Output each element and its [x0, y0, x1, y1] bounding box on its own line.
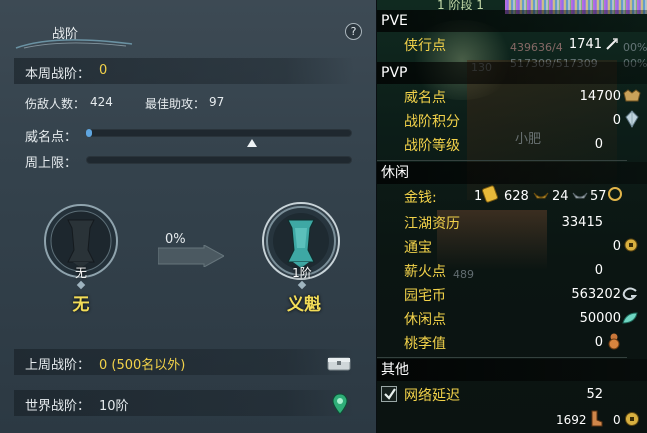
- gourd-icon: [608, 333, 620, 350]
- network-latency-checkbox[interactable]: [381, 386, 397, 402]
- quill-icon: [606, 38, 618, 50]
- stat-label: 战阶等级: [404, 138, 460, 154]
- stat-label: 休闲点: [404, 312, 446, 328]
- money-copper-value: 24: [552, 189, 569, 204]
- coin-icon: [624, 238, 638, 252]
- weekly-cap-track: [86, 156, 352, 164]
- stat-value: 0: [594, 263, 603, 278]
- world-label: 世界战阶：: [25, 399, 91, 414]
- location-pin-icon[interactable]: [332, 393, 348, 415]
- stat-label: 薪火点: [404, 264, 446, 280]
- network-latency-value: 52: [586, 387, 603, 402]
- bottom-left-value: 1692: [556, 413, 587, 427]
- checkmark-icon: [384, 388, 396, 400]
- stat-label: 桃李值: [404, 336, 446, 352]
- stat-value: 0: [594, 335, 603, 350]
- stat-value: 50000: [579, 311, 621, 326]
- stat-value: 0: [612, 113, 621, 128]
- last-week-label: 上周战阶：: [25, 358, 91, 373]
- section-divider: [377, 160, 627, 161]
- chest-icon[interactable]: [327, 354, 351, 372]
- reputation-marker-icon: [247, 139, 257, 147]
- network-latency-label: 网络延迟: [404, 388, 460, 404]
- ghost-percent-text: 00%: [623, 41, 647, 54]
- gold-ingot-icon: [482, 185, 498, 203]
- ghost-number-text: 489: [453, 268, 474, 281]
- assist-label: 最佳助攻：: [145, 97, 206, 111]
- section-header-pve: PVE: [377, 10, 647, 32]
- injured-label: 伤敌人数：: [25, 97, 86, 111]
- crystal-icon: [625, 110, 639, 128]
- reputation-progress-track: [86, 129, 352, 147]
- money-silver-value: 628: [504, 189, 529, 204]
- weekly-label: 本周战阶：: [25, 67, 91, 82]
- stat-value: 563202: [571, 287, 621, 302]
- stat-label: 侠行点: [404, 38, 446, 54]
- reputation-progress-fill: [86, 129, 92, 137]
- gold-boat-icon: [533, 192, 549, 199]
- current-badge-sub: 无: [74, 266, 87, 280]
- help-button[interactable]: ?: [345, 23, 362, 40]
- stat-label: 通宝: [404, 240, 432, 256]
- stat-value: 14700: [579, 89, 621, 104]
- stat-value: 0: [612, 239, 621, 254]
- garden-coin-icon: [622, 287, 638, 301]
- stat-value: 0: [594, 137, 603, 152]
- reputation-icon: [623, 89, 641, 102]
- last-week-value: 0 (500名以外): [99, 358, 186, 373]
- section-header-pvp: PVP: [377, 62, 647, 84]
- zhanjie-panel: 战阶 ? 本周战阶： 0 伤敌人数： 424 最佳助攻： 97 威名点： 周上限…: [0, 0, 376, 433]
- panel-title: 战阶: [52, 27, 79, 42]
- boot-icon: [591, 410, 603, 427]
- stat-value: 33415: [561, 215, 603, 230]
- ghost-hp-text: 439636/4: [510, 41, 563, 54]
- leaf-icon: [622, 312, 638, 324]
- injured-value: 424: [90, 95, 113, 109]
- bottom-right-value: 0: [613, 413, 621, 427]
- silver-boat-icon: [572, 192, 588, 199]
- copper-coin-icon: [608, 187, 622, 201]
- assist-value: 97: [209, 95, 225, 109]
- weekly-value: 0: [99, 63, 108, 78]
- coin-icon: [625, 412, 639, 426]
- section-header-leisure: 休闲: [377, 162, 647, 184]
- rank-progress-arrow-icon: [158, 245, 224, 267]
- next-badge-sub: 1阶: [292, 266, 312, 280]
- weekly-cap-label: 周上限：: [25, 156, 78, 171]
- panel-header: 战阶 ?: [0, 14, 376, 50]
- money-label: 金钱:: [404, 190, 437, 206]
- stat-value: 1741: [568, 37, 602, 52]
- section-header-other: 其他: [377, 359, 647, 381]
- world-value: 10阶: [99, 399, 129, 414]
- reputation-label: 威名点：: [25, 130, 78, 145]
- stat-label: 园宅币: [404, 288, 446, 304]
- stat-label: 战阶积分: [404, 114, 460, 130]
- ghost-name-text: 小肥: [515, 132, 542, 147]
- stat-label: 威名点: [404, 90, 446, 106]
- section-divider: [377, 357, 627, 358]
- money-last-value: 57: [590, 189, 607, 204]
- current-badge-name: 无: [72, 295, 90, 315]
- stat-label: 江湖资历: [404, 216, 460, 232]
- next-badge-name: 义魁: [287, 295, 321, 315]
- character-stats-panel: 1 阶段 1 439636/4 517309/517309 130 00% 00…: [376, 0, 647, 433]
